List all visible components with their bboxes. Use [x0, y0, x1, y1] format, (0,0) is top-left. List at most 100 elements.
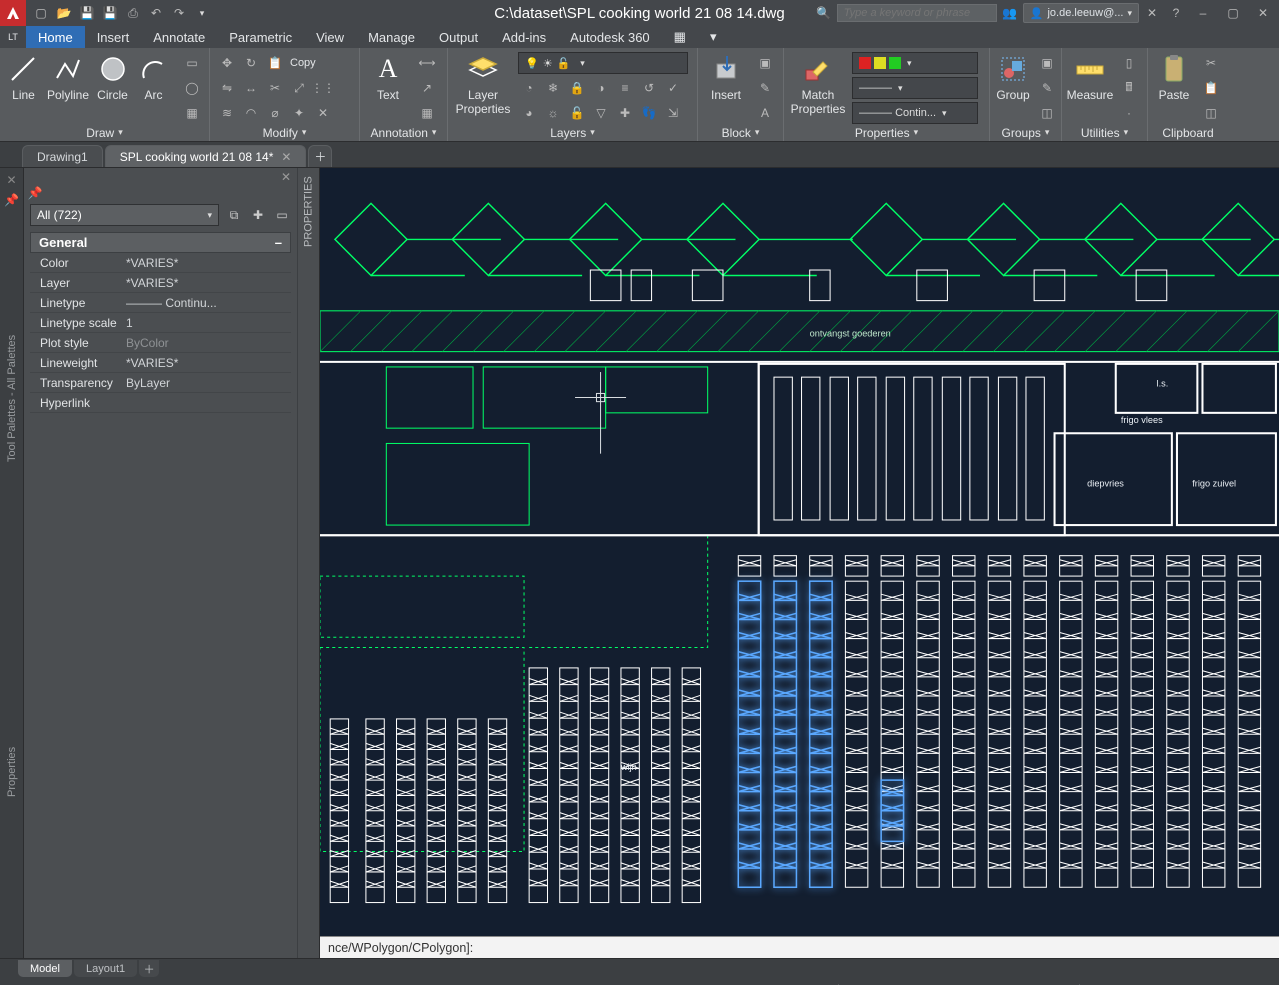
- hwa-icon[interactable]: ✦: [1173, 982, 1193, 985]
- polyline-button[interactable]: Polyline: [47, 52, 89, 102]
- calc-icon[interactable]: 🖩: [1118, 77, 1140, 99]
- match-properties-button[interactable]: Match Properties: [790, 52, 846, 116]
- layer-walk-icon[interactable]: 👣: [638, 102, 660, 124]
- line-button[interactable]: Line: [6, 52, 41, 102]
- help-icon[interactable]: ?: [1165, 3, 1187, 23]
- rotate-icon[interactable]: ↻: [240, 52, 262, 74]
- prop-row-linetype[interactable]: Linetype——— Continu...: [30, 293, 291, 313]
- new-tab-button[interactable]: ＋: [308, 145, 332, 167]
- customize-icon[interactable]: ≡: [1251, 982, 1271, 985]
- selection-dropdown[interactable]: All (722)▾: [30, 204, 219, 226]
- tab-express-icon[interactable]: ▦: [662, 26, 698, 48]
- erase-icon[interactable]: ✕: [312, 102, 334, 124]
- layer-on-icon[interactable]: ◕: [518, 102, 540, 124]
- qat-redo-icon[interactable]: ↷: [168, 3, 190, 23]
- close-icon[interactable]: ✕: [281, 150, 291, 164]
- tab-autodesk360[interactable]: Autodesk 360: [558, 26, 662, 48]
- edit-block-icon[interactable]: ✎: [754, 77, 776, 99]
- layer-new-icon[interactable]: ✚: [614, 102, 636, 124]
- ribbon-group-label[interactable]: Modify ▾: [216, 124, 353, 141]
- rail-properties[interactable]: Properties: [3, 589, 21, 954]
- otrack-icon[interactable]: ∠: [1001, 982, 1021, 985]
- layer-off-icon[interactable]: ◔: [518, 77, 540, 99]
- tab-view[interactable]: View: [304, 26, 356, 48]
- scale-icon[interactable]: ⤢: [288, 77, 310, 99]
- panel-pin-icon[interactable]: 📌: [28, 186, 42, 200]
- hatch-icon[interactable]: ▦: [181, 102, 203, 124]
- insert-button[interactable]: Insert: [704, 52, 748, 102]
- status-space[interactable]: MODEL: [778, 982, 833, 985]
- dim-linear-icon[interactable]: ⟷: [416, 52, 438, 74]
- layer-filter-icon[interactable]: ▽: [590, 102, 612, 124]
- file-tab-spl[interactable]: SPL cooking world 21 08 14* ✕: [105, 145, 307, 167]
- lwdisplay-icon[interactable]: ≡: [1027, 982, 1047, 985]
- group-bbox-icon[interactable]: ◫: [1036, 102, 1058, 124]
- layer-freeze-icon[interactable]: ❄: [542, 77, 564, 99]
- leader-icon[interactable]: ↗: [416, 77, 438, 99]
- group-button[interactable]: Group: [996, 52, 1030, 102]
- text-button[interactable]: A Text: [366, 52, 410, 102]
- workspace-icon[interactable]: ⚙: [1086, 982, 1106, 985]
- layer-properties-button[interactable]: Layer Properties: [454, 52, 512, 116]
- tab-output[interactable]: Output: [427, 26, 490, 48]
- layer-merge-icon[interactable]: ⇲: [662, 102, 684, 124]
- tab-home[interactable]: Home: [26, 26, 85, 48]
- isolate-icon[interactable]: ◎: [1199, 982, 1219, 985]
- close-button[interactable]: ✕: [1249, 3, 1277, 23]
- stretch-icon[interactable]: ↔: [240, 77, 262, 99]
- break-icon[interactable]: ⌀: [264, 102, 286, 124]
- lineweight-select[interactable]: ———▾: [852, 77, 978, 99]
- layout-tab-model[interactable]: Model: [18, 960, 72, 977]
- maximize-button[interactable]: ▢: [1219, 3, 1247, 23]
- tab-annotate[interactable]: Annotate: [141, 26, 217, 48]
- prop-row-lineweight[interactable]: Lineweight*VARIES*: [30, 353, 291, 373]
- select-icon[interactable]: ▯: [1118, 52, 1140, 74]
- user-chip[interactable]: 👤 jo.de.leeuw@... ▾: [1023, 3, 1139, 23]
- fillet-icon[interactable]: ◠: [240, 102, 262, 124]
- scale-chip[interactable]: 1:1: [1138, 982, 1167, 985]
- qat-open-icon[interactable]: 📂: [53, 3, 75, 23]
- prop-row-layer[interactable]: Layer*VARIES*: [30, 273, 291, 293]
- ortho-icon[interactable]: ⟂: [897, 982, 917, 985]
- qat-new-icon[interactable]: ▢: [30, 3, 52, 23]
- cleanscreen-icon[interactable]: ▭: [1225, 982, 1245, 985]
- create-block-icon[interactable]: ▣: [754, 52, 776, 74]
- layer-unlock-icon[interactable]: 🔓: [566, 102, 588, 124]
- group-edit-icon[interactable]: ✎: [1036, 77, 1058, 99]
- layer-state-icon[interactable]: ✓: [662, 77, 684, 99]
- table-icon[interactable]: ▦: [416, 102, 438, 124]
- ribbon-group-label[interactable]: Utilities ▾: [1068, 124, 1141, 141]
- tab-insert[interactable]: Insert: [85, 26, 142, 48]
- mirror-icon[interactable]: ⇋: [216, 77, 238, 99]
- tab-addins[interactable]: Add-ins: [490, 26, 558, 48]
- transparency-icon[interactable]: ◐: [1053, 982, 1073, 985]
- arc-button[interactable]: Arc: [136, 52, 171, 102]
- rail-close-icon[interactable]: ✕: [4, 172, 20, 188]
- panel-close-icon[interactable]: ✕: [279, 170, 293, 184]
- prop-row-color[interactable]: Color*VARIES*: [30, 253, 291, 273]
- qat-save-icon[interactable]: 💾: [76, 3, 98, 23]
- isodraft-icon[interactable]: ◧: [949, 982, 969, 985]
- search-icon[interactable]: 🔍: [813, 3, 835, 23]
- ribbon-group-label[interactable]: Annotation ▾: [366, 124, 441, 141]
- drawing-canvas[interactable]: – ▢ ✕ ontvangst goederen: [320, 168, 1279, 958]
- ribbon-group-label[interactable]: Groups ▾: [996, 124, 1055, 141]
- rail-tool-palettes[interactable]: Tool Palettes - All Palettes: [3, 216, 21, 581]
- measure-button[interactable]: Measure: [1068, 52, 1112, 102]
- qat-undo-icon[interactable]: ↶: [145, 3, 167, 23]
- search-input[interactable]: [837, 4, 997, 22]
- circle-button[interactable]: Circle: [95, 52, 130, 102]
- copy-clip-icon[interactable]: 📋: [1200, 77, 1222, 99]
- command-line[interactable]: nce/WPolygon/CPolygon]:: [320, 936, 1279, 958]
- layer-thaw-icon[interactable]: ☼: [542, 102, 564, 124]
- layer-lock-icon[interactable]: 🔒: [566, 77, 588, 99]
- ribbon-group-label[interactable]: Properties ▾: [790, 124, 983, 141]
- tab-manage[interactable]: Manage: [356, 26, 427, 48]
- prop-row-plotstyle[interactable]: Plot styleByColor: [30, 333, 291, 353]
- prop-row-transparency[interactable]: TransparencyByLayer: [30, 373, 291, 393]
- linetype-select[interactable]: ——— Contin...▾: [852, 102, 978, 124]
- quickselect-icon[interactable]: ⧉: [225, 206, 243, 224]
- layer-select[interactable]: 💡 ☀ 🔓 ▾: [518, 52, 688, 74]
- offset-icon[interactable]: ≋: [216, 102, 238, 124]
- qat-saveas-icon[interactable]: 💾: [99, 3, 121, 23]
